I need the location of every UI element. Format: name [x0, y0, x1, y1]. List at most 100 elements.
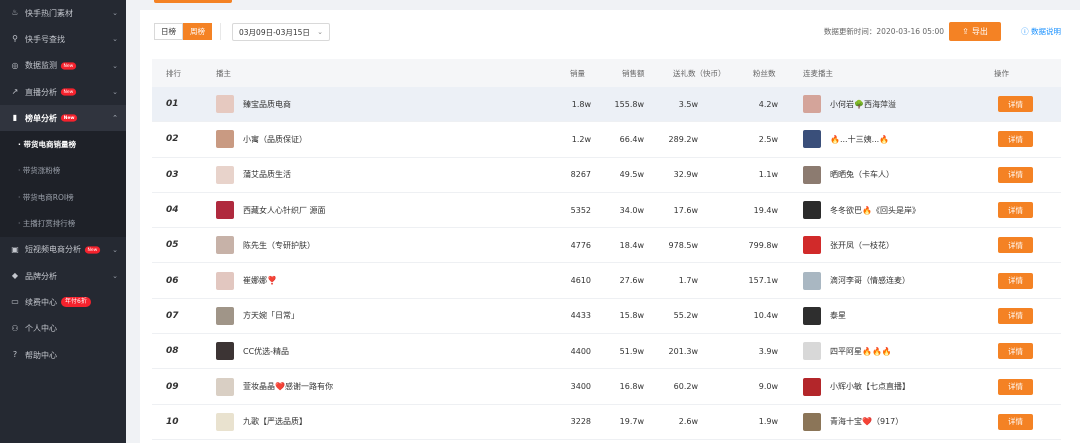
detail-button[interactable]: 详情 [998, 166, 1033, 183]
fans-cell: 19.4w [753, 205, 778, 215]
detail-button[interactable]: 详情 [998, 343, 1033, 360]
anchor-name: 陈先生（专研护肤） [243, 240, 315, 250]
anchor-cell[interactable]: 崔娜娜❣️ [216, 271, 277, 290]
day-rank-button[interactable]: 日榜 [154, 23, 183, 40]
amount-cell: 15.8w [619, 311, 644, 321]
lianmai-cell[interactable]: 小何岩🌳西海萍溢 [803, 95, 896, 114]
table-row: 07 方天婉「日常」 4433 15.8w 55.2w 10.4w 泰星 详情 [152, 299, 1061, 335]
data-description-link[interactable]: ⓘ 数据说明 [1021, 26, 1061, 37]
table-row: 09 萱妆晶晶❤️感谢一路有你 3400 16.8w 60.2w 9.0w 小辉小敏【七点直… [152, 369, 1061, 405]
header-sales: 销量 [570, 68, 585, 78]
detail-button[interactable]: 详情 [998, 96, 1033, 113]
anchor-cell[interactable]: 陈先生（专研护肤） [216, 236, 315, 255]
chevron-down-icon: ⌄ [112, 35, 118, 44]
sidebar-item[interactable]: ▣ 短视频电商分析 New ⌄ [0, 237, 126, 263]
lianmai-cell[interactable]: 张开凤（一枝花） [803, 236, 894, 255]
lianmai-cell[interactable]: 四平阿星🔥🔥🔥 [803, 342, 892, 361]
rank-cell: 08 [166, 346, 179, 357]
week-rank-button[interactable]: 周榜 [183, 23, 212, 40]
fans-cell: 1.9w [758, 417, 778, 427]
sidebar-item[interactable]: ◎ 数据监测 New ⌄ [0, 53, 126, 79]
export-button[interactable]: ⇪ 导出 [949, 22, 1001, 41]
sidebar-item[interactable]: ⚲ 快手号查找 ⌄ [0, 26, 126, 52]
anchor-name: 萱妆晶晶❤️感谢一路有你 [243, 382, 333, 392]
date-range-select[interactable]: 03月09日-03月15日 ⌄ [232, 23, 330, 41]
detail-button[interactable]: 详情 [998, 378, 1033, 395]
anchor-cell[interactable]: CC优选-精品 [216, 342, 289, 361]
anchor-cell[interactable]: 蒲艾品质生活 [216, 165, 291, 184]
lianmai-name: 小辉小敏【七点直播】 [830, 382, 910, 392]
sidebar-item-label: 快手号查找 [25, 34, 65, 44]
avatar [216, 165, 234, 184]
period-toggle: 日榜 周榜 [154, 23, 212, 40]
active-tab-indicator[interactable] [154, 0, 232, 3]
anchor-cell[interactable]: 方天婉「日常」 [216, 306, 299, 325]
header-operation: 操作 [994, 68, 1009, 78]
table-row: 03 蒲艾品质生活 8267 49.5w 32.9w 1.1w 晒晒兔（卡车人） 详情 [152, 158, 1061, 193]
fans-cell: 4.2w [758, 99, 778, 109]
chevron-down-icon: ⌄ [317, 28, 323, 36]
gift-cell: 978.5w [668, 240, 698, 250]
lianmai-cell[interactable]: 🔥...十三姨...🔥 [803, 130, 890, 149]
anchor-name: 方天婉「日常」 [243, 311, 299, 321]
sidebar-item[interactable]: ? 帮助中心 [0, 342, 126, 368]
gift-icon: ▣ [11, 244, 19, 254]
sidebar-item[interactable]: ⚇ 个人中心 [0, 316, 126, 342]
table-row: 02 小寓（品质保证） 1.2w 66.4w 289.2w 2.5w 🔥...十三姨...🔥… [152, 122, 1061, 158]
lianmai-name: 🔥...十三姨...🔥 [830, 134, 890, 144]
anchor-cell[interactable]: 萱妆晶晶❤️感谢一路有你 [216, 377, 333, 396]
amount-cell: 34.0w [619, 205, 644, 215]
lianmai-cell[interactable]: 泰星 [803, 306, 846, 325]
amount-cell: 49.5w [619, 170, 644, 180]
sidebar-subitem[interactable]: · 主播打赏排行榜 [0, 210, 126, 237]
new-badge: New [84, 246, 101, 254]
tab-strip [140, 0, 340, 10]
avatar [216, 201, 234, 220]
gift-cell: 201.3w [668, 346, 698, 356]
detail-button[interactable]: 详情 [998, 413, 1033, 430]
lianmai-cell[interactable]: 青海十宝❤️（917） [803, 412, 903, 431]
rank-cell: 01 [166, 99, 179, 110]
sidebar-item-label: 榜单分析 [25, 113, 57, 123]
sales-cell: 1.8w [571, 99, 591, 109]
avatar [803, 201, 821, 220]
avatar [803, 306, 821, 325]
detail-button[interactable]: 详情 [998, 307, 1033, 324]
avatar [216, 130, 234, 149]
header-gift: 送礼数（快币） [673, 68, 726, 78]
lianmai-cell[interactable]: 小辉小敏【七点直播】 [803, 377, 910, 396]
sidebar-subitem[interactable]: · 带货涨粉榜 [0, 157, 126, 185]
anchor-cell[interactable]: 西藏女人心针织厂 源面 [216, 201, 326, 220]
export-icon: ⇪ [962, 27, 969, 36]
lianmai-cell[interactable]: 冬冬欲巴🔥《回头是岸》 [803, 201, 920, 220]
sidebar-item[interactable]: ◆ 品牌分析 ⌄ [0, 263, 126, 289]
new-badge: New [60, 88, 77, 96]
avatar [803, 271, 821, 290]
gift-cell: 3.5w [678, 99, 698, 109]
detail-button[interactable]: 详情 [998, 131, 1033, 148]
detail-button[interactable]: 详情 [998, 272, 1033, 289]
sidebar-subitem[interactable]: · 带货电商销量榜 [0, 131, 126, 158]
gift-cell: 17.6w [673, 205, 698, 215]
anchor-cell[interactable]: 小寓（品质保证） [216, 130, 307, 149]
chevron-down-icon: ⌄ [112, 61, 118, 70]
bar-chart-icon: ▮ [12, 113, 18, 123]
sidebar-item[interactable]: ▭ 续费中心 年付6折 [0, 289, 126, 315]
sidebar-item[interactable]: ♨ 快手热门素材 ⌄ [0, 0, 126, 26]
data-description-label: 数据说明 [1031, 27, 1061, 36]
help-icon: ? [12, 350, 18, 359]
sidebar-item-label: 个人中心 [25, 324, 57, 334]
sidebar-subitem[interactable]: · 带货电商ROI榜 [0, 184, 126, 211]
gift-cell: 289.2w [668, 134, 698, 144]
detail-button[interactable]: 详情 [998, 202, 1033, 219]
lianmai-cell[interactable]: 晒晒兔（卡车人） [803, 165, 894, 184]
sidebar-item[interactable]: ↗ 直播分析 New ⌄ [0, 79, 126, 105]
detail-button[interactable]: 详情 [998, 237, 1033, 254]
sales-cell: 1.2w [571, 134, 591, 144]
anchor-cell[interactable]: 臻宝品质电商 [216, 95, 291, 114]
gift-cell: 1.7w [678, 276, 698, 286]
sidebar-item[interactable]: ▮ 榜单分析 New ⌃ [0, 105, 126, 132]
anchor-cell[interactable]: 九歌【严选品质】 [216, 412, 307, 431]
fans-cell: 799.8w [748, 240, 778, 250]
lianmai-cell[interactable]: 滴河李哥（情感连麦） [803, 271, 910, 290]
